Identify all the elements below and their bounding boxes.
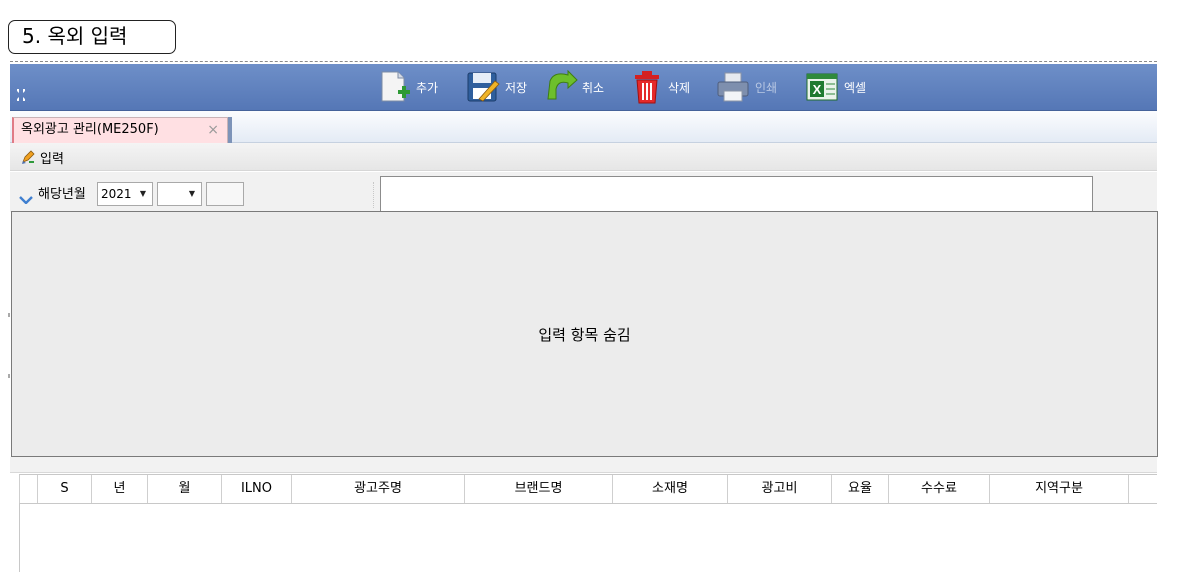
close-icon[interactable]: × [207,118,219,142]
column-header-s[interactable]: S [37,475,91,503]
column-header-ilno[interactable]: ILNO [221,475,291,503]
add-button[interactable]: 추가 [378,68,438,106]
collapse-icon[interactable] [12,86,30,104]
year-value: 2021 [101,187,132,201]
add-document-icon [378,69,412,105]
splitter[interactable] [373,182,374,208]
column-header-selector[interactable] [19,475,37,503]
input-section-bar: 입력 [10,143,1157,171]
column-header-year[interactable]: 년 [91,475,147,503]
print-label: 인쇄 [755,80,778,95]
excel-icon: X [804,69,840,105]
input-section-label: 입력 [40,152,64,167]
grid-header: S 년 월 ILNO 광고주명 브랜드명 소재명 광고비 요율 수수료 지역구분 [19,474,1157,504]
grid-top-bar [10,457,1157,473]
column-header-advertiser[interactable]: 광고주명 [291,475,464,503]
column-header-material[interactable]: 소재명 [612,475,727,503]
divider [10,61,1157,62]
column-header-month[interactable]: 월 [147,475,221,503]
printer-icon [715,69,751,105]
cancel-button[interactable]: 취소 [544,68,604,106]
filter-label: 해당년월 [38,187,86,202]
svg-text:X: X [813,82,822,97]
delete-label: 삭제 [668,80,691,95]
collapsed-input-text: 입력 항목 숨김 [538,326,631,344]
section-title: 5. 옥외 입력 [8,20,176,54]
chevron-down-icon[interactable] [19,189,33,208]
delete-button[interactable]: 삭제 [630,68,690,106]
toolbar: 추가 저장 취소 삭제 인쇄 X 엑셀 [10,64,1157,111]
dropdown-arrow-icon: ▼ [139,189,146,198]
column-header-rate[interactable]: 요율 [831,475,888,503]
column-header-ad-cost[interactable]: 광고비 [727,475,831,503]
detail-box [380,176,1093,212]
extra-field[interactable] [206,182,244,206]
tab-bar: 옥외광고 관리(ME250F) × [10,111,1157,143]
collapsed-input-panel[interactable]: 입력 항목 숨김 [11,211,1158,457]
excel-label: 엑셀 [844,80,867,95]
excel-button[interactable]: X 엑셀 [804,68,866,106]
column-header-brand[interactable]: 브랜드명 [464,475,612,503]
column-header-empty [1128,475,1157,503]
grid-body-edge [19,504,20,572]
year-select[interactable]: 2021 ▼ [97,182,153,206]
undo-arrow-icon [544,69,578,105]
column-header-commission[interactable]: 수수료 [888,475,989,503]
tab-outdoor-ad[interactable]: 옥외광고 관리(ME250F) × [12,117,228,143]
pencil-icon [20,149,36,169]
tab-label: 옥외광고 관리(ME250F) [21,122,159,137]
trash-icon [630,69,664,105]
edge-mark [8,374,10,378]
tab-edge [228,117,232,143]
month-select[interactable]: ▼ [157,182,202,206]
edge-mark [8,313,10,317]
print-button[interactable]: 인쇄 [715,68,777,106]
data-grid: S 년 월 ILNO 광고주명 브랜드명 소재명 광고비 요율 수수료 지역구분 [10,457,1157,572]
save-icon [465,69,501,105]
filter-row: 해당년월 2021 ▼ ▼ [10,172,1157,212]
column-header-region[interactable]: 지역구분 [989,475,1128,503]
cancel-label: 취소 [582,80,605,95]
save-label: 저장 [505,80,528,95]
dropdown-arrow-icon: ▼ [188,189,195,198]
save-button[interactable]: 저장 [465,68,527,106]
add-label: 추가 [416,80,439,95]
